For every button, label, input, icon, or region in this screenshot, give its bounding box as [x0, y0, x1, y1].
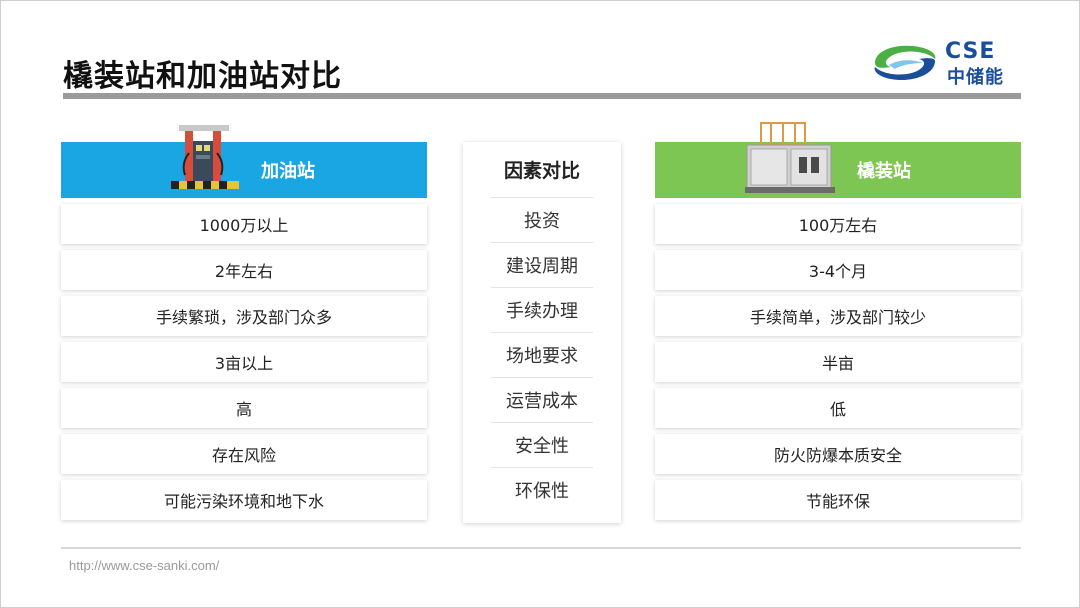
gas-station-operating-cost: 高	[61, 388, 427, 428]
gas-station-procedures: 手续繁琐，涉及部门众多	[61, 296, 427, 336]
gas-station-investment: 1000万以上	[61, 204, 427, 244]
skid-station-investment: 100万左右	[655, 204, 1021, 244]
fuel-pump-icon	[171, 125, 239, 189]
skid-station-safety: 防火防爆本质安全	[655, 434, 1021, 474]
logo-text-en: CSE	[945, 39, 996, 64]
factor-site: 场地要求	[491, 332, 593, 377]
gas-station-safety: 存在风险	[61, 434, 427, 474]
gas-station-site: 3亩以上	[61, 342, 427, 382]
footer-url[interactable]: http://www.cse-sanki.com/	[69, 558, 219, 573]
gas-station-column: 1000万以上 2年左右 手续繁琐，涉及部门众多 3亩以上 高 存在风险 可能污…	[61, 204, 427, 526]
skid-station-environment: 节能环保	[655, 480, 1021, 520]
skid-station-build-period: 3-4个月	[655, 250, 1021, 290]
gas-station-label: 加油站	[261, 161, 315, 182]
footer-divider	[61, 547, 1021, 549]
factor-environment: 环保性	[491, 467, 593, 512]
skid-station-column: 100万左右 3-4个月 手续简单，涉及部门较少 半亩 低 防火防爆本质安全 节…	[655, 204, 1021, 526]
factor-investment: 投资	[491, 197, 593, 242]
skid-station-procedures: 手续简单，涉及部门较少	[655, 296, 1021, 336]
page-title: 橇装站和加油站对比	[63, 59, 342, 94]
skid-station-icon	[745, 122, 835, 193]
factor-operating-cost: 运营成本	[491, 377, 593, 422]
slide: 橇装站和加油站对比 CSE 中储能 加油站 橇装站 1000万以上 2年左右 手…	[0, 0, 1080, 608]
company-logo: CSE 中储能	[869, 39, 1025, 88]
factor-header: 因素对比	[503, 160, 580, 182]
factor-procedures: 手续办理	[491, 287, 593, 332]
title-divider	[63, 93, 1021, 99]
skid-station-site: 半亩	[655, 342, 1021, 382]
gas-station-environment: 可能污染环境和地下水	[61, 480, 427, 520]
factor-safety: 安全性	[491, 422, 593, 467]
logo-swoosh-icon	[874, 45, 936, 81]
logo-text-cn: 中储能	[947, 67, 1004, 88]
skid-station-operating-cost: 低	[655, 388, 1021, 428]
gas-station-build-period: 2年左右	[61, 250, 427, 290]
factor-column: 因素对比 投资 建设周期 手续办理 场地要求 运营成本 安全性 环保性	[463, 142, 621, 523]
factor-build-period: 建设周期	[491, 242, 593, 287]
skid-station-label: 橇装站	[857, 161, 911, 182]
